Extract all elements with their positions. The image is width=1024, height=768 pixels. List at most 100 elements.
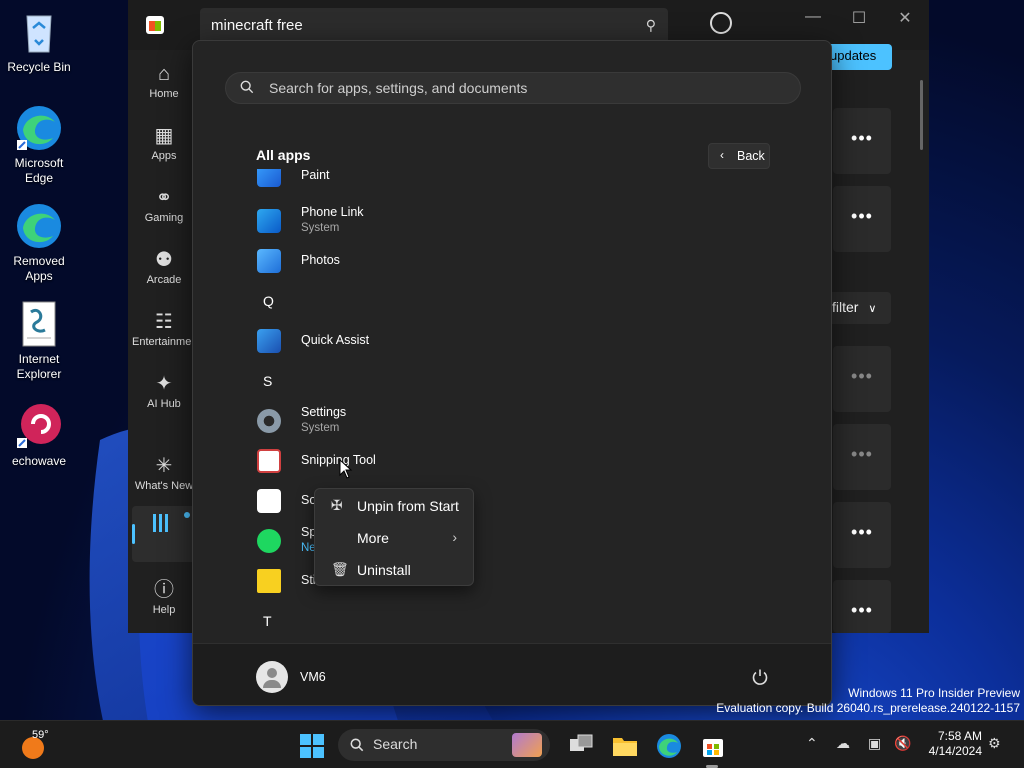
phone-link-icon [257,209,281,233]
chevron-right-icon: › [452,529,457,545]
microsoft-store-icon[interactable] [700,733,726,759]
account-icon[interactable] [710,12,732,34]
network-cloud-icon[interactable]: ☁ [836,735,850,752]
chevron-up-icon[interactable]: ⌃ [806,735,818,752]
start-menu: Search for apps, settings, and documents… [192,40,832,706]
apps-icon: ▦ [154,125,174,147]
nav-label: Arcade [146,274,182,286]
clock-time: 7:58 AM [937,729,982,743]
nav-apps[interactable]: ▦ Apps [132,122,196,162]
store-sidebar: ⌂ Home ▦ Apps ⚭ Gaming ⚉ Arcade ☷ Entert… [128,50,200,633]
app-name: Photos [301,253,340,267]
joystick-icon: ⚉ [155,249,173,271]
nav-label: AI Hub [147,398,181,410]
edge-icon[interactable] [656,733,682,759]
more-options-button[interactable]: ••• [833,108,891,174]
maximize-icon[interactable]: ☐ [844,8,874,28]
nav-label: Home [149,88,179,100]
trash-icon: 🗑 [331,561,349,577]
nav-entertainment[interactable]: ☷ Entertainment [132,308,201,348]
back-button[interactable]: ‹ Back [708,143,770,169]
taskbar-search-label: Search [373,736,418,752]
search-placeholder: Search for apps, settings, and documents [269,80,528,96]
desktop-icon-label: Removed Apps [13,254,65,283]
start-button-icon[interactable] [299,733,325,759]
quick-assist-icon [257,329,281,353]
more-options-button[interactable]: ••• [833,580,891,633]
store-search-input[interactable]: minecraft free ⚲ [200,8,668,44]
file-explorer-icon[interactable] [612,733,638,759]
library-icon [153,514,175,532]
volume-muted-icon[interactable]: 🔇 [894,735,911,752]
nav-library[interactable] [132,506,196,562]
close-icon[interactable]: ✕ [890,8,920,28]
desktop-icon-echowave[interactable]: echowave [0,402,78,469]
filter-button[interactable]: filter ∨ [828,292,891,324]
nav-whats-new[interactable]: ✳ What's New [132,452,196,492]
menu-item-label: Uninstall [357,562,411,578]
desktop-icon-recycle-bin[interactable]: Recycle Bin [0,8,78,75]
nav-ai-hub[interactable]: ✦ AI Hub [132,370,196,410]
scrollbar[interactable] [920,80,923,150]
app-subtitle: System [301,222,340,234]
notification-icon[interactable]: ⚙ [988,735,1001,752]
desktop-icon-microsoft-edge[interactable]: Microsoft Edge [0,104,78,186]
desktop-icon-label: Recycle Bin [7,60,71,74]
clock-date: 4/14/2024 [928,744,982,758]
sparkle-icon: ✦ [155,373,173,395]
task-view-icon[interactable] [568,733,594,759]
gamepad-icon: ⚭ [155,187,173,209]
letter-header-q[interactable]: Q [263,293,274,309]
nav-label: What's New [134,480,194,492]
mouse-cursor-icon [339,459,353,479]
desktop-icon-removed-apps[interactable]: Removed Apps [0,202,78,284]
letter-header-t[interactable]: T [263,613,272,629]
app-name: Quick Assist [301,333,370,347]
start-search-input[interactable]: Search for apps, settings, and documents [225,72,801,104]
edge-icon [15,202,63,250]
more-options-button[interactable]: ••• [833,346,891,412]
power-icon[interactable] [751,668,769,686]
avatar[interactable] [256,661,288,693]
search-icon[interactable]: ⚲ [646,17,656,34]
gear-icon [257,409,281,433]
all-apps-title: All apps [256,147,311,163]
menu-item-more[interactable]: More › [319,523,469,553]
taskbar-clock[interactable]: 7:58 AM 4/14/2024 [922,729,982,759]
taskbar: 59° Search ⌃ ☁ ▣ 🔇 7:58 AM 4/14/2024 ⚙ [0,720,1024,768]
user-name[interactable]: VM6 [300,670,326,684]
menu-item-unpin-from-start[interactable]: ✠ Unpin from Start [319,491,469,521]
watermark-line: Evaluation copy. Build 26040.rs_prerelea… [716,701,1020,715]
nav-gaming[interactable]: ⚭ Gaming [132,184,196,224]
solitaire-icon [257,489,281,513]
search-icon [350,738,364,752]
watermark-line: Windows 11 Pro Insider Preview [848,686,1020,700]
display-icon[interactable]: ▣ [868,735,881,752]
more-options-button[interactable]: ••• [833,186,891,252]
nav-home[interactable]: ⌂ Home [132,60,196,100]
help-icon: ⓘ [154,579,174,601]
context-menu: ✠ Unpin from Start More › 🗑 Uninstall [314,488,474,586]
nav-arcade[interactable]: ⚉ Arcade [132,246,196,286]
menu-item-uninstall[interactable]: 🗑 Uninstall [319,555,469,585]
nav-help[interactable]: ⓘ Help [132,576,196,616]
nav-label: Gaming [144,212,184,224]
more-options-button[interactable]: ••• [833,424,891,490]
weather-temp: 59° [32,729,49,741]
get-updates-button[interactable]: updates [826,44,892,70]
letter-header-s[interactable]: S [263,373,272,389]
paint-icon [257,169,281,187]
nav-label: Help [152,604,176,616]
unpin-icon: ✠ [331,497,343,513]
minimize-icon[interactable]: — [798,8,828,26]
weather-widget[interactable]: 59° [20,729,70,761]
menu-item-label: More [357,530,389,546]
back-label: Back [737,149,765,163]
desktop-icon-internet-explorer[interactable]: Internet Explorer [0,300,78,382]
more-options-button[interactable]: ••• [833,502,891,568]
taskbar-search[interactable]: Search [338,729,550,761]
all-apps-list: Paint Phone Link System Photos Q Quick A… [193,169,831,643]
nav-label: Entertainment [132,336,201,348]
sticky-notes-icon [257,569,281,593]
chevron-left-icon: ‹ [720,148,724,162]
